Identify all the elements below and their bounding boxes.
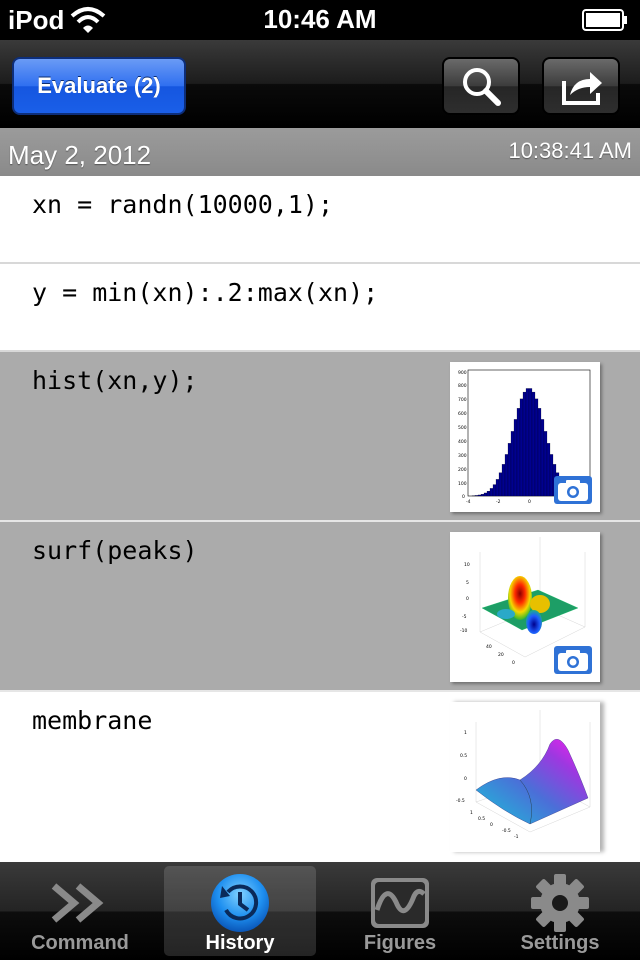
histogram-bar [543,431,548,497]
tab-command[interactable]: Command [4,866,156,956]
gear-icon [531,874,589,932]
tab-label: Settings [520,932,600,954]
histogram-bar [504,454,509,497]
tab-bar: Command History Figures Settings [0,862,640,960]
x-tick: -0.5 [502,828,511,834]
camera-icon[interactable] [554,646,592,674]
x-tick: -4 [466,499,471,505]
tab-history[interactable]: History [164,866,316,956]
histogram-bar [486,491,491,497]
history-icon [211,874,269,932]
histogram-bar [519,398,524,497]
history-time: 10:38:41 AM [508,138,632,163]
y-tick: 100 [458,481,467,487]
tab-figures[interactable]: Figures [324,866,476,956]
histogram-bar [516,408,521,497]
surf-peaks-thumbnail[interactable]: 10 5 0 -5 -10 40 20 0 [450,532,600,682]
history-date-header: May 2, 2012 10:38:41 AM [0,128,640,176]
history-row[interactable]: surf(peaks) 10 5 0 -5 -10 40 20 0 [0,522,640,692]
histogram-bar [510,431,515,497]
y-tick: 300 [458,453,467,459]
histogram-thumbnail[interactable]: 900 800 700 600 500 400 300 200 100 0 -4… [450,362,600,512]
histogram-bar [513,419,518,497]
histogram-bar [483,492,488,497]
history-command: xn = randn(10000,1); [32,190,334,219]
histogram-bar [477,494,482,497]
history-command: membrane [32,706,153,735]
x-tick: 40 [486,644,492,650]
search-icon [463,68,501,106]
y-tick: 0 [462,494,465,500]
share-icon [562,72,602,105]
histogram-bar [549,454,554,497]
histogram-bar [495,479,500,497]
z-tick: 10 [464,562,470,568]
histogram-bar [540,419,545,497]
histogram-bar [522,391,527,497]
histogram-bar [498,472,503,497]
history-command: surf(peaks) [32,536,198,565]
history-row[interactable]: hist(xn,y); 900 800 700 600 500 400 300 … [0,352,640,522]
z-tick: 5 [466,580,469,586]
camera-icon[interactable] [554,476,592,504]
histogram-bar [534,398,539,497]
y-tick: 200 [458,467,467,473]
z-tick: 0.5 [460,753,467,759]
histogram-bar [489,488,494,497]
histogram-bar [531,391,536,497]
tab-label: Command [31,932,129,954]
histogram-bar [525,388,530,497]
x-tick: -1 [514,834,519,840]
y-tick: 600 [458,411,467,417]
y-tick: 800 [458,383,467,389]
histogram-bar [507,443,512,497]
membrane-plot: 1 0.5 0 -0.5 1 0.5 0 -0.5 -1 [456,710,591,840]
x-tick: -2 [496,499,501,505]
history-row[interactable]: xn = randn(10000,1); [0,176,640,264]
status-bar: iPod 10:46 AM [0,0,640,40]
command-icon [51,883,104,923]
evaluate-button[interactable]: Evaluate (2) [12,57,186,115]
histogram-bar [501,464,506,497]
y-tick: 900 [458,370,467,376]
history-row[interactable]: y = min(xn):.2:max(xn); [0,264,640,352]
histogram-bar [528,388,533,497]
histogram-bar [474,495,479,497]
tab-label: Figures [363,932,437,954]
membrane-thumbnail[interactable]: 1 0.5 0 -0.5 1 0.5 0 -0.5 -1 [450,702,600,852]
y-tick: 500 [458,425,467,431]
x-tick: 0 [512,660,515,666]
histogram-bar [546,443,551,497]
toolbar: Evaluate (2) [0,40,640,128]
x-tick: 20 [498,652,504,658]
x-tick: 1 [470,810,473,816]
z-tick: -5 [462,614,467,620]
history-date: May 2, 2012 [8,140,152,170]
history-row[interactable]: membrane 1 0.5 0 -0.5 1 0.5 0 -0.5 -1 [0,692,640,862]
z-tick: -10 [460,628,467,634]
y-tick: 400 [458,439,467,445]
search-button[interactable] [442,57,520,115]
x-tick: 0 [490,822,493,828]
tab-settings[interactable]: Settings [484,866,636,956]
histogram-bar [492,484,497,497]
share-button[interactable] [542,57,620,115]
z-tick: 1 [464,730,467,736]
histogram-bar [537,408,542,497]
y-tick: 700 [458,397,467,403]
status-time: 10:46 AM [263,4,377,34]
x-tick: 0.5 [478,816,485,822]
tab-label: History [205,932,275,954]
history-list[interactable]: xn = randn(10000,1); y = min(xn):.2:max(… [0,176,640,862]
battery-icon [582,9,627,31]
x-tick: 0 [528,499,531,505]
z-tick: 0 [466,596,469,602]
histogram-bar [480,494,485,497]
z-tick: 0 [464,776,467,782]
figures-icon [371,878,429,928]
z-tick: -0.5 [456,798,465,804]
history-command: y = min(xn):.2:max(xn); [32,278,379,307]
history-command: hist(xn,y); [32,366,198,395]
